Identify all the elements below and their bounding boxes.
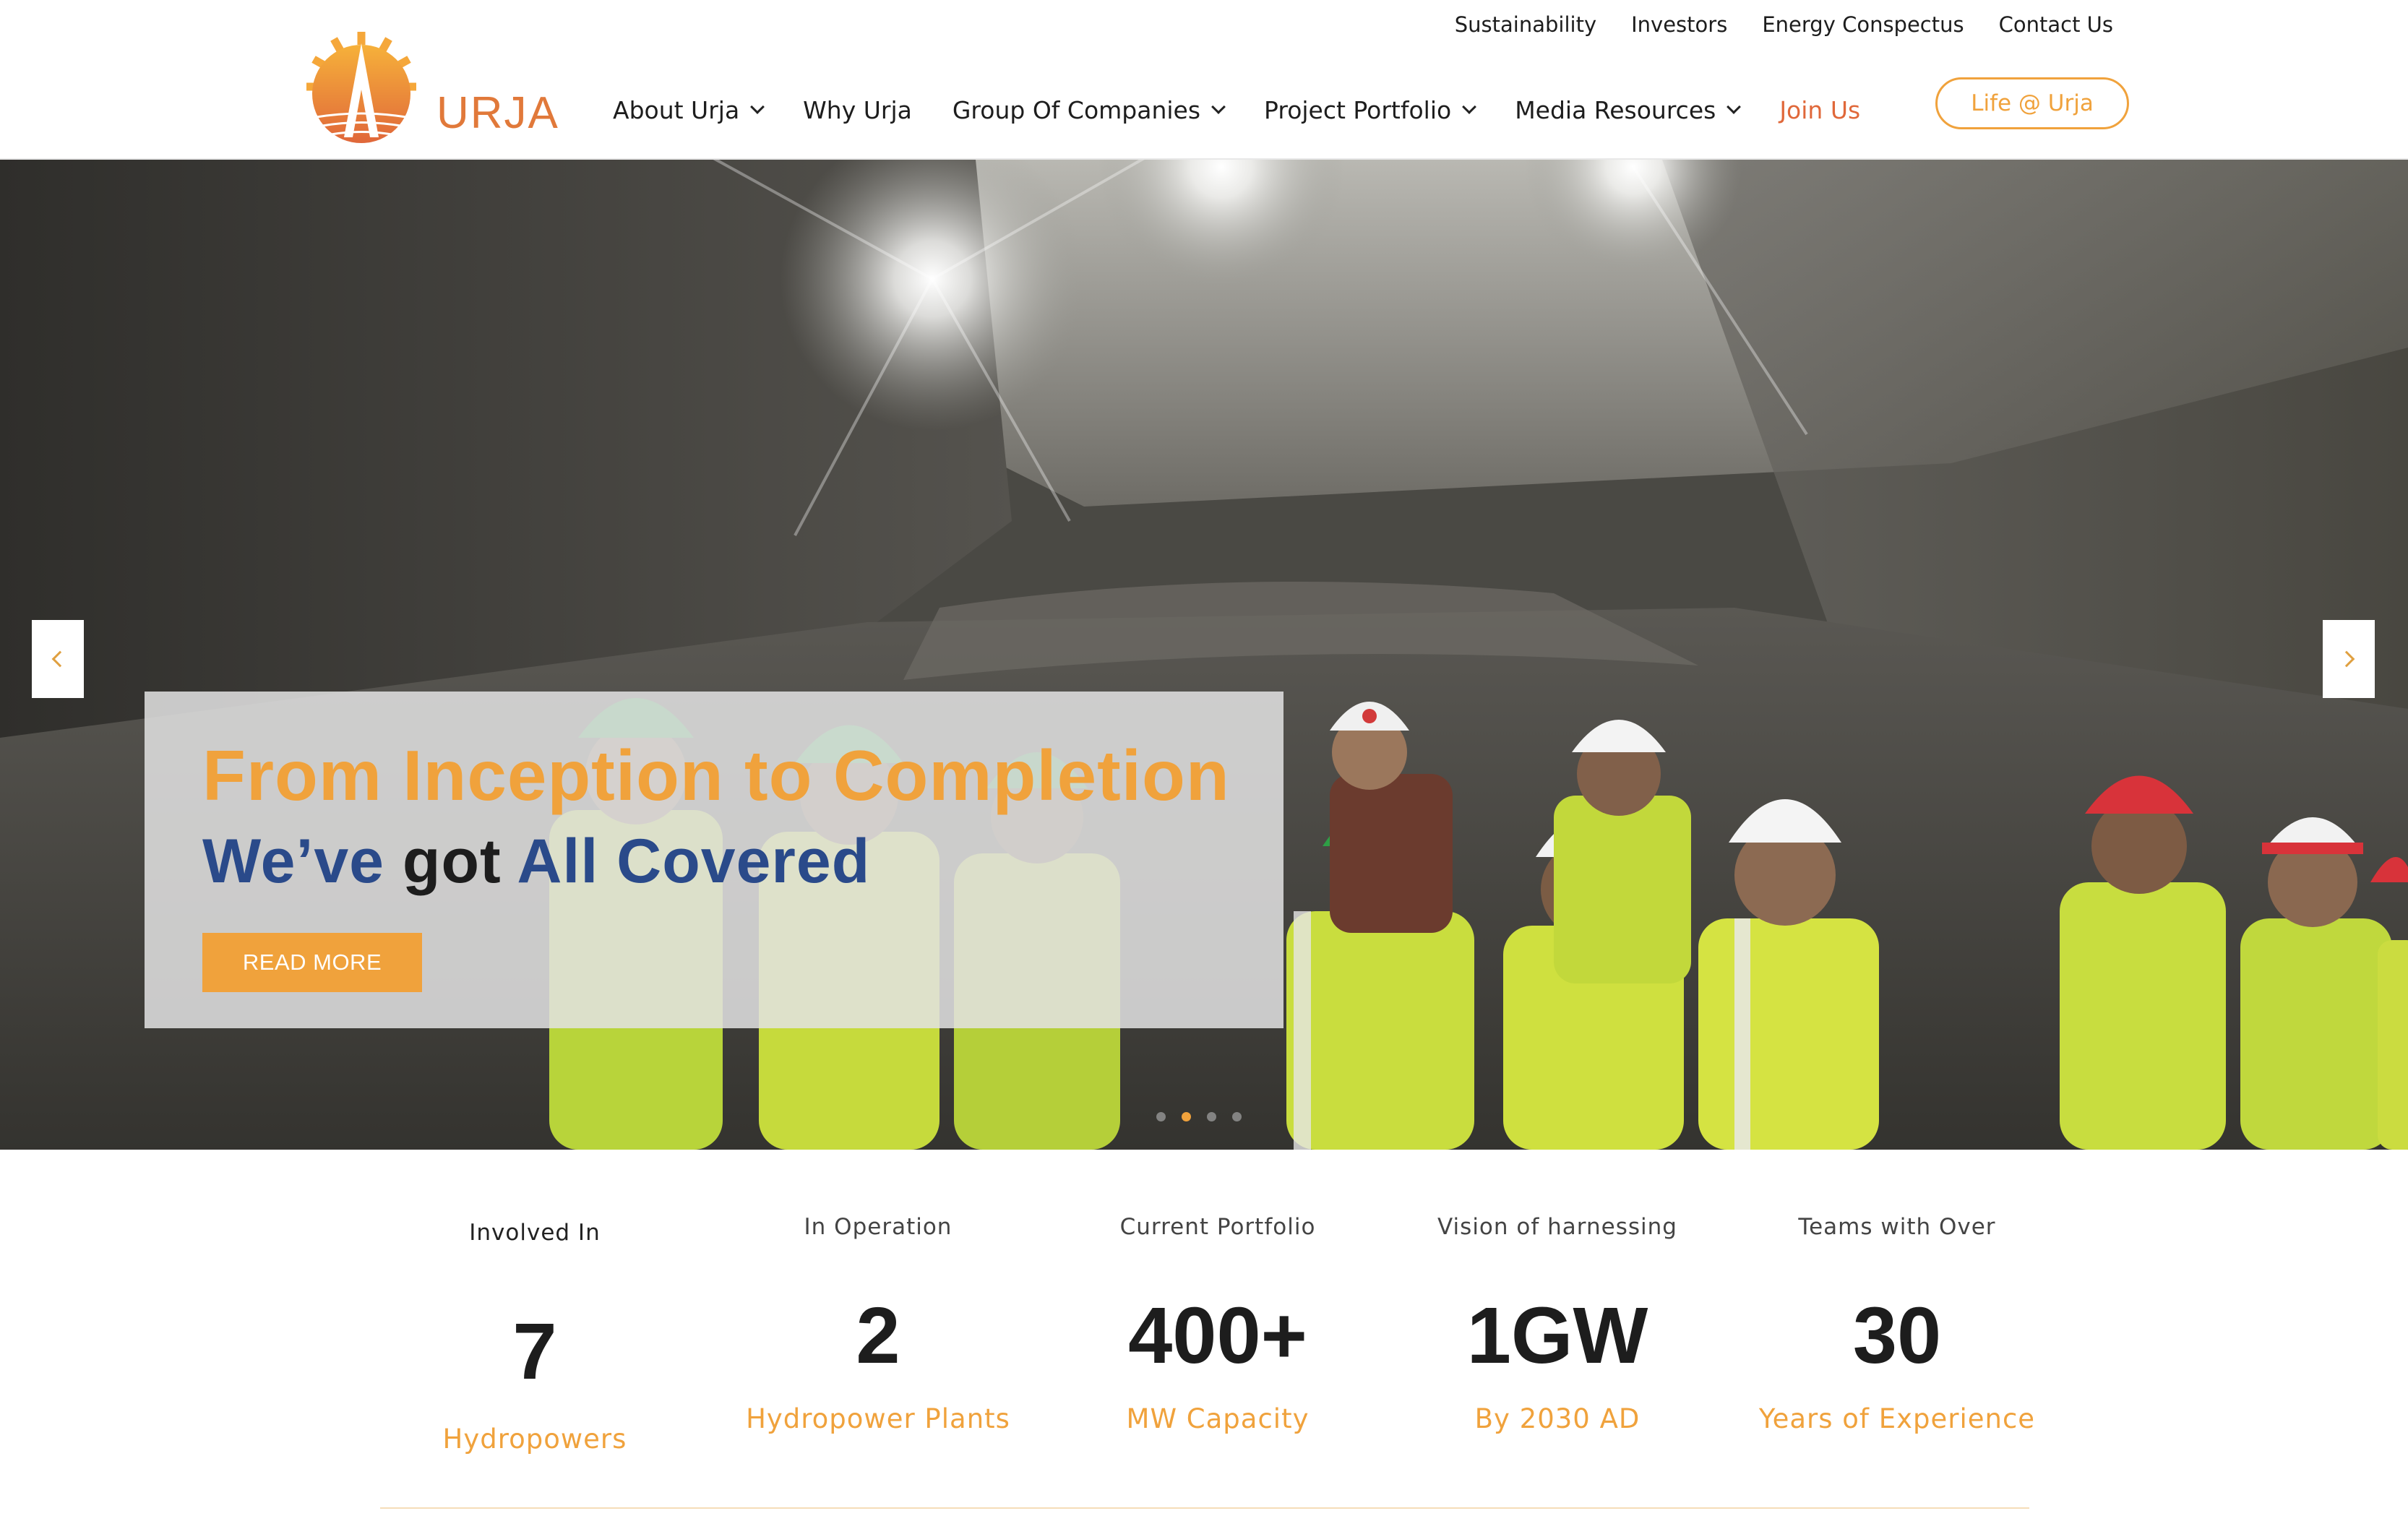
stat-sub: Years of Experience (1758, 1403, 2036, 1434)
nav-item-label: Media Resources (1515, 95, 1716, 124)
urja-logo[interactable]: URJA (302, 29, 558, 147)
slider-pagination (1156, 1112, 1242, 1121)
slider-dot-2[interactable] (1182, 1112, 1191, 1121)
chevron-down-icon (1211, 100, 1226, 114)
nav-item-label: About Urja (613, 95, 740, 124)
nav-item-group-of-companies[interactable]: Group Of Companies (952, 95, 1226, 124)
stat-label: Teams with Over (1798, 1214, 1996, 1240)
stat-sub: Hydropowers (442, 1424, 627, 1455)
util-link-investors[interactable]: Investors (1631, 12, 1727, 37)
stat-value: 400+ (1128, 1291, 1307, 1380)
section-divider (380, 1507, 2029, 1509)
chevron-right-icon (2338, 650, 2355, 668)
slider-dot-3[interactable] (1207, 1112, 1216, 1121)
read-more-button[interactable]: READ MORE (202, 933, 422, 992)
stat-value: 2 (856, 1291, 900, 1380)
stat-label: Current Portfolio (1119, 1214, 1316, 1240)
stat-value: 1GW (1466, 1291, 1648, 1380)
nav-item-label: Why Urja (803, 95, 912, 124)
stats-section: Involved In 7 Hydropowers In Operation 2… (376, 1214, 2035, 1455)
util-link-contact-us[interactable]: Contact Us (1999, 12, 2113, 37)
nav-item-why-urja[interactable]: Why Urja (803, 96, 912, 124)
slider-next-button[interactable] (2323, 620, 2375, 698)
slider-dot-1[interactable] (1156, 1112, 1166, 1121)
stat-value: 30 (1852, 1291, 1942, 1380)
chevron-down-icon (1727, 100, 1742, 114)
main-nav: About Urja Why Urja Group Of Companies P… (613, 90, 1901, 130)
hero-headline: From Inception to Completion (202, 736, 1230, 815)
hero-caption-box: From Inception to Completion We’ve got A… (145, 692, 1283, 1028)
stat-experience: Teams with Over 30 Years of Experience (1738, 1214, 2056, 1434)
nav-item-join-us[interactable]: Join Us (1779, 96, 1860, 124)
stat-hydropowers: Involved In 7 Hydropowers (376, 1214, 694, 1455)
hero-tagline: We’ve got All Covered (202, 826, 870, 897)
hero-tagline-part3: All Covered (517, 827, 871, 896)
util-link-sustainability[interactable]: Sustainability (1455, 12, 1596, 37)
slider-dot-4[interactable] (1232, 1112, 1242, 1121)
nav-item-project-portfolio[interactable]: Project Portfolio (1264, 95, 1477, 124)
nav-item-label: Project Portfolio (1264, 95, 1452, 124)
stat-label: Involved In (469, 1220, 601, 1246)
stat-label: In Operation (804, 1214, 953, 1240)
stat-sub: Hydropower Plants (746, 1403, 1010, 1434)
stat-capacity: Current Portfolio 400+ MW Capacity (1059, 1214, 1377, 1434)
urja-logo-icon (306, 32, 416, 143)
hero-tagline-part1: We’ve (202, 827, 384, 896)
utility-nav: Sustainability Investors Energy Conspect… (1455, 10, 2113, 39)
stat-sub: MW Capacity (1126, 1403, 1310, 1434)
site-header: URJA Sustainability Investors Energy Con… (0, 0, 2408, 160)
stat-vision: Vision of harnessing 1GW By 2030 AD (1398, 1214, 1716, 1434)
chevron-down-icon (1462, 100, 1477, 114)
hero-tagline-part2: got (402, 827, 502, 896)
chevron-down-icon (750, 100, 765, 114)
stat-value: 7 (512, 1307, 557, 1396)
page: URJA Sustainability Investors Energy Con… (0, 0, 2408, 1516)
nav-item-about-urja[interactable]: About Urja (613, 95, 765, 124)
nav-item-label: Join Us (1779, 95, 1861, 124)
stat-plants: In Operation 2 Hydropower Plants (719, 1214, 1037, 1434)
brand-name: URJA (437, 88, 559, 138)
util-link-energy-conspectus[interactable]: Energy Conspectus (1762, 12, 1964, 37)
stat-sub: By 2030 AD (1474, 1403, 1641, 1434)
nav-item-media-resources[interactable]: Media Resources (1515, 95, 1742, 124)
slider-prev-button[interactable] (32, 620, 84, 698)
stat-label: Vision of harnessing (1437, 1214, 1677, 1240)
chevron-left-icon (51, 650, 69, 668)
nav-item-label: Group Of Companies (952, 95, 1201, 124)
hero-slider: From Inception to Completion We’ve got A… (0, 160, 2408, 1150)
life-at-urja-button[interactable]: Life @ Urja (1935, 77, 2129, 129)
